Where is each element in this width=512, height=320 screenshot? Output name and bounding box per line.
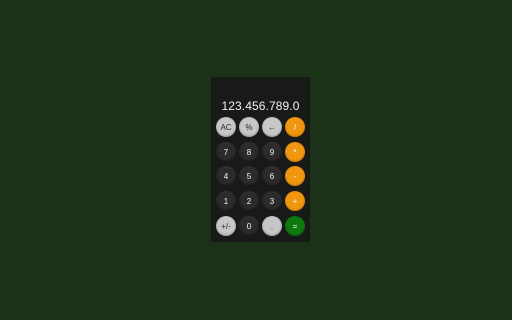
multiply-button[interactable]: * [285, 142, 305, 162]
digit-4-button[interactable]: 4 [216, 166, 236, 186]
plus-button[interactable]: + [285, 191, 305, 211]
digit-9-button[interactable]: 9 [262, 142, 282, 162]
backspace-button[interactable]: ← [262, 117, 282, 137]
divide-button[interactable]: / [285, 117, 305, 137]
calculator: 123.456.789.0 AC % ← / 7 8 9 * 4 5 6 - 1… [211, 77, 310, 242]
minus-button[interactable]: - [285, 166, 305, 186]
clear-button[interactable]: AC [216, 117, 236, 137]
sign-toggle-button[interactable]: +/- [216, 216, 236, 236]
percent-button[interactable]: % [239, 117, 259, 137]
decimal-button[interactable]: . [262, 216, 282, 236]
digit-5-button[interactable]: 5 [239, 166, 259, 186]
digit-7-button[interactable]: 7 [216, 142, 236, 162]
digit-8-button[interactable]: 8 [239, 142, 259, 162]
digit-1-button[interactable]: 1 [216, 191, 236, 211]
digit-0-button[interactable]: 0 [239, 216, 259, 236]
digit-2-button[interactable]: 2 [239, 191, 259, 211]
digit-3-button[interactable]: 3 [262, 191, 282, 211]
digit-6-button[interactable]: 6 [262, 166, 282, 186]
equals-button[interactable]: = [285, 216, 305, 236]
